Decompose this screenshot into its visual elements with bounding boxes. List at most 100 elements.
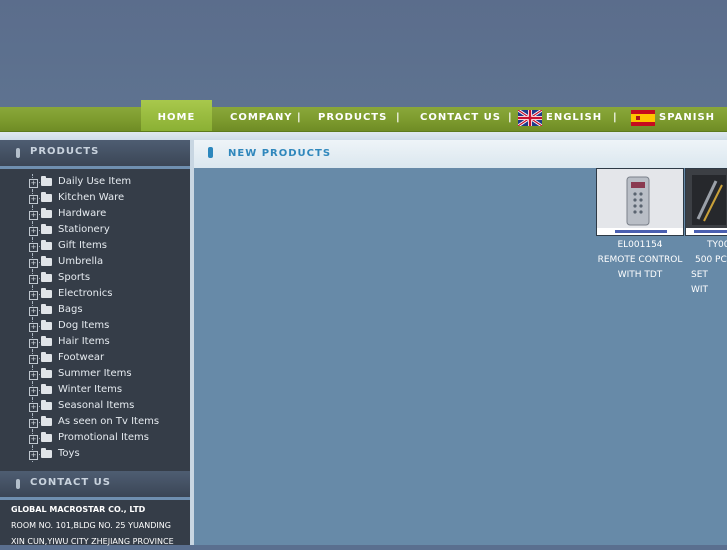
category-item[interactable]: + Summer Items <box>28 366 159 382</box>
folder-icon <box>41 416 52 426</box>
expand-icon[interactable]: + <box>29 355 38 364</box>
category-label[interactable]: Seasonal Items <box>58 400 134 411</box>
category-tree: + Daily Use Item + Kitchen Ware + Hardware … <box>28 174 159 462</box>
expand-icon[interactable]: + <box>29 211 38 220</box>
bullet-icon <box>16 479 20 489</box>
contact-company: GLOBAL MACROSTAR CO., LTD <box>11 505 146 514</box>
folder-icon <box>41 208 52 218</box>
remote-control-image <box>597 169 683 235</box>
category-item[interactable]: + Electronics <box>28 286 159 302</box>
product-name[interactable]: WITH TDT <box>595 268 685 283</box>
category-label[interactable]: Promotional Items <box>58 432 149 443</box>
product-card[interactable]: TY00 500 PC SET WIT <box>685 168 727 298</box>
expand-icon[interactable]: + <box>29 259 38 268</box>
product-name[interactable]: 500 PC <box>685 253 727 268</box>
category-label[interactable]: Sports <box>58 272 90 283</box>
category-item[interactable]: + Winter Items <box>28 382 159 398</box>
category-label[interactable]: Gift Items <box>58 240 107 251</box>
category-item[interactable]: + Daily Use Item <box>28 174 159 190</box>
expand-icon[interactable]: + <box>29 387 38 396</box>
nav-spanish-link[interactable]: SPANISH <box>659 107 715 131</box>
category-label[interactable]: Bags <box>58 304 83 315</box>
bullet-icon <box>208 147 213 158</box>
bullet-icon <box>16 148 20 158</box>
expand-icon[interactable]: + <box>29 291 38 300</box>
category-item[interactable]: + Footwear <box>28 350 159 366</box>
product-name[interactable]: SET WIT <box>685 268 727 298</box>
expand-icon[interactable]: + <box>29 419 38 428</box>
category-label[interactable]: Daily Use Item <box>58 176 131 187</box>
sidebar-contact-header: CONTACT US <box>0 471 190 500</box>
category-label[interactable]: Electronics <box>58 288 113 299</box>
category-item[interactable]: + Umbrella <box>28 254 159 270</box>
product-card[interactable]: EL001154 REMOTE CONTROL WITH TDT <box>595 168 685 283</box>
category-item[interactable]: + Seasonal Items <box>28 398 159 414</box>
folder-icon <box>41 192 52 202</box>
category-label[interactable]: Kitchen Ware <box>58 192 124 203</box>
category-item[interactable]: + As seen on Tv Items <box>28 414 159 430</box>
product-image[interactable] <box>596 168 684 236</box>
nav-separator: | <box>508 112 512 123</box>
top-banner <box>0 0 727 107</box>
category-item[interactable]: + Stationery <box>28 222 159 238</box>
folder-icon <box>41 304 52 314</box>
category-label[interactable]: Summer Items <box>58 368 132 379</box>
expand-icon[interactable]: + <box>29 179 38 188</box>
nav-home-link[interactable]: HOME <box>141 100 212 131</box>
expand-icon[interactable]: + <box>29 195 38 204</box>
product-code[interactable]: EL001154 <box>595 238 685 253</box>
folder-icon <box>41 432 52 442</box>
category-label[interactable]: Umbrella <box>58 256 103 267</box>
category-item[interactable]: + Gift Items <box>28 238 159 254</box>
category-item[interactable]: + Toys <box>28 446 159 462</box>
folder-icon <box>41 176 52 186</box>
contact-info: GLOBAL MACROSTAR CO., LTD ROOM NO. 101,B… <box>11 502 174 550</box>
nav-company-link[interactable]: COMPANY <box>230 107 293 131</box>
category-item[interactable]: + Bags <box>28 302 159 318</box>
category-label[interactable]: Toys <box>58 448 80 459</box>
category-label[interactable]: Footwear <box>58 352 104 363</box>
nav-separator: | <box>297 112 301 123</box>
expand-icon[interactable]: + <box>29 243 38 252</box>
expand-icon[interactable]: + <box>29 307 38 316</box>
category-item[interactable]: + Promotional Items <box>28 430 159 446</box>
category-item[interactable]: + Dog Items <box>28 318 159 334</box>
expand-icon[interactable]: + <box>29 323 38 332</box>
category-item[interactable]: + Sports <box>28 270 159 286</box>
nav-products-link[interactable]: PRODUCTS <box>318 107 387 131</box>
expand-icon[interactable]: + <box>29 371 38 380</box>
folder-icon <box>41 368 52 378</box>
expand-icon[interactable]: + <box>29 339 38 348</box>
expand-icon[interactable]: + <box>29 275 38 284</box>
folder-icon <box>41 336 52 346</box>
nav-separator: | <box>613 112 617 123</box>
uk-flag-icon[interactable] <box>518 110 542 126</box>
folder-icon <box>41 352 52 362</box>
category-item[interactable]: + Hair Items <box>28 334 159 350</box>
folder-icon <box>41 256 52 266</box>
folder-icon <box>41 272 52 282</box>
nav-english-link[interactable]: ENGLISH <box>546 107 602 131</box>
product-name[interactable]: REMOTE CONTROL <box>595 253 685 268</box>
category-label[interactable]: Winter Items <box>58 384 122 395</box>
category-label[interactable]: Stationery <box>58 224 110 235</box>
category-item[interactable]: + Kitchen Ware <box>28 190 159 206</box>
sidebar-products-title: PRODUCTS <box>30 146 100 157</box>
expand-icon[interactable]: + <box>29 403 38 412</box>
nav-separator: | <box>396 112 400 123</box>
product-code[interactable]: TY00 <box>685 238 727 253</box>
category-label[interactable]: Dog Items <box>58 320 109 331</box>
product-image[interactable] <box>685 168 727 236</box>
expand-icon[interactable]: + <box>29 451 38 460</box>
tool-set-image <box>686 169 727 235</box>
folder-icon <box>41 384 52 394</box>
nav-contact-link[interactable]: CONTACT US <box>420 107 501 131</box>
category-label[interactable]: Hardware <box>58 208 106 219</box>
folder-icon <box>41 400 52 410</box>
category-label[interactable]: Hair Items <box>58 336 110 347</box>
category-label[interactable]: As seen on Tv Items <box>58 416 159 427</box>
spain-flag-icon[interactable] <box>631 110 655 126</box>
category-item[interactable]: + Hardware <box>28 206 159 222</box>
expand-icon[interactable]: + <box>29 227 38 236</box>
expand-icon[interactable]: + <box>29 435 38 444</box>
